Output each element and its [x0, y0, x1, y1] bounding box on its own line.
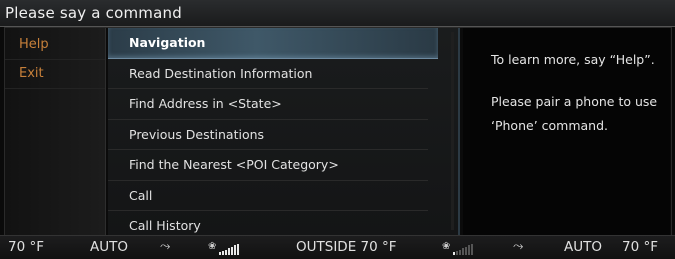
- sidebar: Help Exit: [5, 28, 106, 235]
- page-title: Please say a command: [5, 4, 182, 22]
- fan-level-bar: [471, 244, 474, 256]
- fan-level-bar: [231, 246, 234, 256]
- climate-bar: 70 °F AUTO ⤳ ❀ OUTSIDE 70 °F ❀ ⤳ AUTO 70…: [0, 235, 675, 259]
- fan-level-bar: [468, 245, 471, 256]
- sidebar-item-exit[interactable]: Exit: [5, 60, 105, 89]
- fan-level-bar: [459, 249, 462, 256]
- right-fan-icon[interactable]: ❀: [442, 241, 474, 256]
- fan-level-bar: [465, 246, 468, 256]
- fan-level-bar: [237, 244, 240, 256]
- fan-level-bar: [462, 248, 465, 256]
- fan-level-bar: [456, 251, 459, 256]
- phone-pair-hint-text: Please pair a phone to use ‘Phone’ comma…: [491, 94, 658, 133]
- main-frame: Help Exit Navigation Read Destination In…: [4, 27, 672, 242]
- left-fan-level: [219, 244, 240, 256]
- left-fan-icon[interactable]: ❀: [208, 241, 240, 256]
- menu-item-find-nearest-poi[interactable]: Find the Nearest <POI Category>: [108, 150, 428, 181]
- right-seat-heat-icon[interactable]: ⤳: [513, 239, 523, 254]
- menu-item-call[interactable]: Call: [108, 181, 428, 211]
- fan-level-bar: [222, 251, 225, 256]
- menu-scrollbar[interactable]: [451, 32, 454, 230]
- header-bar: Please say a command: [0, 0, 675, 27]
- outside-temperature: OUTSIDE 70 °F: [296, 239, 397, 255]
- fan-level-bar: [225, 249, 228, 256]
- menu-item-read-destination[interactable]: Read Destination Information: [108, 59, 428, 89]
- fan-level-bar: [234, 245, 237, 256]
- left-auto-mode[interactable]: AUTO: [90, 239, 128, 255]
- sidebar-item-help[interactable]: Help: [5, 31, 105, 60]
- menu-item-navigation[interactable]: Navigation: [108, 28, 438, 59]
- right-fan-level: [453, 244, 474, 256]
- menu-item-find-address[interactable]: Find Address in <State>: [108, 89, 428, 120]
- fan-level-bar: [219, 252, 222, 256]
- right-auto-mode[interactable]: AUTO: [564, 239, 602, 255]
- fan-level-bar: [228, 248, 231, 256]
- seat-heat-icon[interactable]: ⤳: [160, 239, 170, 254]
- menu-item-previous-destinations[interactable]: Previous Destinations: [108, 120, 428, 150]
- right-temperature[interactable]: 70 °F: [622, 239, 658, 255]
- left-temperature[interactable]: 70 °F: [8, 239, 44, 255]
- info-panel: To learn more, say “Help”. Please pair a…: [463, 28, 670, 235]
- command-menu: Navigation Read Destination Information …: [108, 28, 460, 242]
- fan-level-bar: [453, 252, 456, 256]
- help-hint-text: To learn more, say “Help”.: [491, 52, 655, 67]
